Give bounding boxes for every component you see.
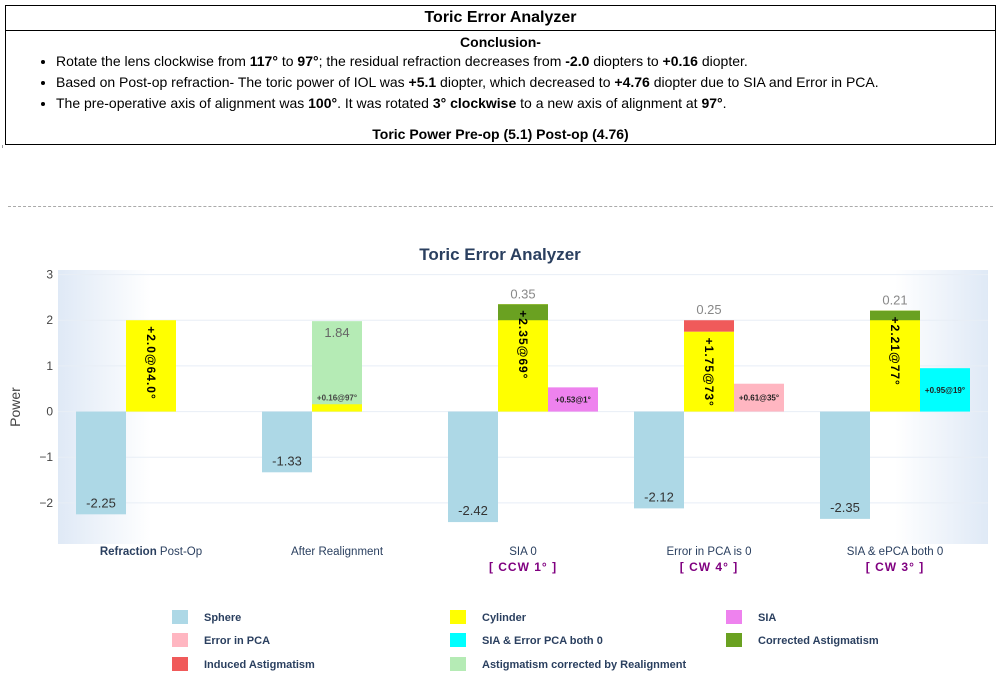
y-tick-label: −2: [39, 496, 53, 510]
bullet-text: Based on Post-op refraction- The toric p…: [56, 74, 409, 90]
bar-value-label: 0.21: [882, 293, 907, 308]
bar-value-label: +2.35@69°: [516, 310, 530, 379]
bullet-text: 97°: [297, 53, 319, 69]
bullet-text: diopter, which decreased to: [436, 74, 615, 90]
category-label-text: Error in PCA is 0: [667, 546, 752, 558]
category-label: SIA & ePCA both 0: [847, 546, 944, 558]
legend-swatch: [450, 657, 466, 671]
bar-value-label: -2.12: [644, 489, 674, 504]
bar: [312, 404, 362, 412]
bullet-text: diopters to: [589, 53, 663, 69]
legend-swatch: [172, 633, 188, 647]
category-label: Error in PCA is 0: [667, 546, 752, 558]
legend-swatch: [172, 657, 188, 671]
legend-swatch: [172, 610, 188, 624]
bullet-text: +4.76: [614, 74, 650, 90]
bar-value-label: -1.33: [272, 453, 302, 468]
bullet-text: 97°: [701, 95, 723, 111]
category-label-text: Post-Op: [157, 546, 202, 558]
legend-label: Error in PCA: [204, 635, 270, 647]
legend-label: Astigmatism corrected by Realignment: [482, 659, 687, 671]
bullet-text: Rotate the lens clockwise from: [56, 53, 250, 69]
conclusion-bullets: Rotate the lens clockwise from 117° to 9…: [6, 51, 995, 114]
y-tick-label: 0: [46, 405, 53, 419]
bullet-text: +5.1: [408, 74, 437, 90]
bar-value-label: 0.25: [696, 302, 721, 317]
y-tick-label: 2: [46, 313, 53, 327]
conclusion-bullet: The pre-operative axis of alignment was …: [56, 93, 995, 114]
bar-value-label: +0.53@1°: [555, 395, 591, 404]
chart-title: Toric Error Analyzer: [419, 245, 581, 264]
bar-value-label: +2.0@64.0°: [144, 326, 158, 400]
conclusion-panel: Toric Error Analyzer Conclusion- Rotate …: [5, 5, 996, 145]
legend-label: Corrected Astigmatism: [758, 635, 879, 647]
legend: Sphere Cylinder SIA Error in PCA SIA & Error…: [172, 610, 879, 671]
bullet-text: to a new axis of alignment at: [516, 95, 702, 111]
bullet-text: to: [277, 53, 298, 69]
bullet-text: The pre-operative axis of alignment was: [56, 95, 309, 111]
bullet-text: diopter due to SIA and Error in PCA.: [649, 74, 879, 90]
bullet-text: 3° clockwise: [432, 95, 517, 111]
legend-label: Induced Astigmatism: [204, 659, 315, 671]
y-tick-label: 3: [46, 268, 53, 282]
panel-title: Toric Error Analyzer: [6, 6, 995, 31]
toric-chart: Toric Error Analyzer Power −2 −1 0 1 2 3 -2.2…: [7, 245, 988, 671]
category-label: SIA 0: [509, 546, 537, 558]
bullet-text: diopter.: [697, 53, 748, 69]
category-label-bold: Refraction: [100, 546, 157, 558]
category-sub-label: [ CW 4° ]: [680, 560, 738, 574]
bullet-text: +0.16: [662, 53, 698, 69]
legend-label: SIA: [758, 612, 776, 624]
legend-swatch: [726, 610, 742, 624]
bar-value-label: +0.61@35°: [739, 394, 779, 403]
bullet-text: ; the residual refraction decreases from: [318, 53, 566, 69]
bullet-text: .: [722, 95, 727, 111]
x-axis-categories: Refraction Post-Op After Realignment SIA 0…: [100, 546, 943, 574]
conclusion-bullet: Rotate the lens clockwise from 117° to 9…: [56, 51, 995, 72]
y-axis-ticks: −2 −1 0 1 2 3: [39, 268, 53, 510]
bar: [684, 320, 734, 332]
y-tick-label: −1: [39, 450, 53, 464]
bar-value-label: +0.16@97°: [317, 393, 357, 402]
category-label: Refraction Post-Op: [100, 546, 202, 558]
category-label-text: After Realignment: [291, 546, 384, 558]
bar-value-label: 0.35: [510, 286, 535, 301]
category-sub-label: [ CW 3° ]: [866, 560, 924, 574]
bar-value-label: +0.95@19°: [925, 386, 965, 395]
legend-swatch: [450, 633, 466, 647]
bar-value-label: +1.75@73°: [702, 338, 716, 407]
y-axis-label: Power: [7, 387, 23, 427]
bar-value-label: 1.84: [324, 325, 349, 340]
conclusion-bullet: Based on Post-op refraction- The toric p…: [56, 72, 995, 93]
category-label-text: SIA 0: [509, 546, 537, 558]
conclusion-heading: Conclusion-: [460, 34, 541, 50]
bullet-text: . It was rotated: [337, 95, 433, 111]
divider-mark: [2, 145, 3, 148]
toric-power-summary: Toric Power Pre-op (5.1) Post-op (4.76): [372, 126, 629, 142]
section-divider: [8, 206, 993, 207]
category-label: After Realignment: [291, 546, 384, 558]
legend-label: Sphere: [204, 612, 241, 624]
legend-label: Cylinder: [482, 612, 527, 624]
bullet-text: 117°: [249, 53, 278, 69]
bar-value-label: +2.21@77°: [888, 317, 902, 386]
legend-swatch: [450, 610, 466, 624]
y-tick-label: 1: [46, 359, 53, 373]
category-sub-label: [ CCW 1° ]: [489, 560, 557, 574]
bar-value-label: -2.25: [86, 495, 116, 510]
category-label-text: SIA & ePCA both 0: [847, 546, 944, 558]
bullet-text: 100°: [308, 95, 338, 111]
legend-swatch: [726, 633, 742, 647]
bar-value-label: -2.35: [830, 500, 860, 515]
bar-value-label: -2.42: [458, 503, 488, 518]
legend-label: SIA & Error PCA both 0: [482, 635, 603, 647]
bullet-text: -2.0: [565, 53, 590, 69]
